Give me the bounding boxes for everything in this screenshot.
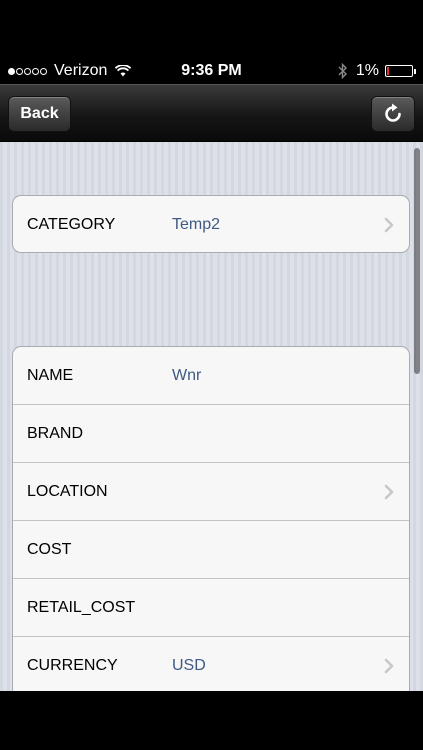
row-name[interactable]: NAME Wnr	[13, 347, 409, 405]
row-value: USD	[172, 657, 206, 674]
row-label: NAME	[27, 367, 74, 384]
refresh-icon	[385, 103, 401, 122]
row-label: LOCATION	[27, 483, 108, 500]
row-label: CURRENCY	[27, 657, 118, 674]
row-label: CATEGORY	[27, 216, 116, 233]
row-retail-cost[interactable]: RETAIL_COST	[13, 579, 409, 637]
chevron-right-icon	[384, 217, 394, 233]
row-currency[interactable]: CURRENCY USD	[13, 637, 409, 691]
bluetooth-icon	[338, 63, 347, 79]
status-bar: Verizon 9:36 PM 1%	[0, 0, 423, 90]
row-value: Temp2	[172, 216, 221, 233]
refresh-button[interactable]	[371, 96, 415, 132]
chevron-right-icon	[384, 484, 394, 500]
battery-icon	[385, 65, 416, 77]
row-label: RETAIL_COST	[27, 599, 136, 616]
row-location[interactable]: LOCATION	[13, 463, 409, 521]
chevron-right-icon	[384, 658, 394, 674]
form-content[interactable]: CATEGORY Temp2 NAME Wnr BRAND LOCATION C…	[0, 142, 423, 691]
row-value: Wnr	[172, 367, 202, 384]
row-brand[interactable]: BRAND	[13, 405, 409, 463]
details-group: NAME Wnr BRAND LOCATION COST RETAIL_COST	[12, 346, 410, 691]
row-label: COST	[27, 541, 72, 558]
battery-percent: 1%	[355, 62, 379, 79]
back-button[interactable]: Back	[8, 96, 71, 132]
navigation-bar: Back	[0, 84, 423, 142]
row-category[interactable]: CATEGORY Temp2	[13, 196, 409, 252]
app-screen: Verizon 9:36 PM 1% Back CATEGORY Temp2 N…	[0, 0, 423, 750]
status-right: 1%	[338, 62, 416, 80]
bottom-black-bar	[0, 691, 423, 750]
category-group: CATEGORY Temp2	[12, 195, 410, 253]
scrollbar[interactable]	[414, 148, 420, 374]
row-label: BRAND	[27, 425, 84, 442]
row-cost[interactable]: COST	[13, 521, 409, 579]
